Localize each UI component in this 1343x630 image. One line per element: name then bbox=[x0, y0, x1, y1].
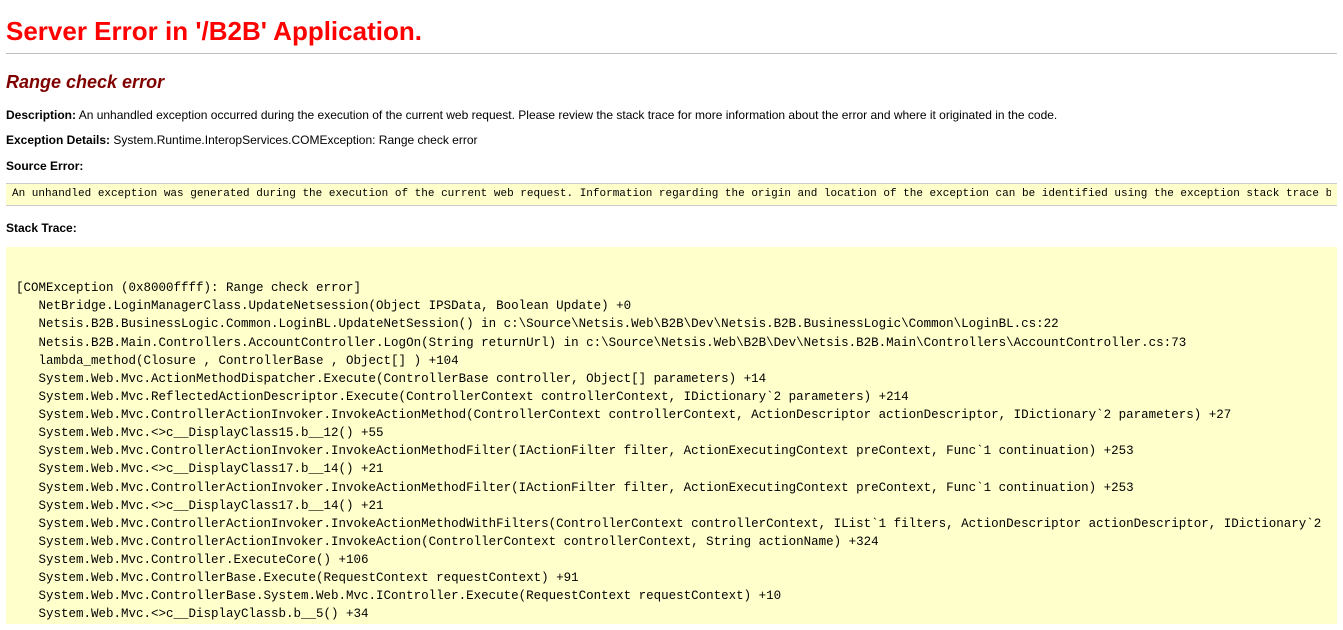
description-label: Description: bbox=[6, 108, 76, 122]
source-error-box: An unhandled exception was generated dur… bbox=[6, 183, 1337, 206]
stack-trace-box: [COMException (0x8000ffff): Range check … bbox=[6, 247, 1337, 624]
error-subheader: Range check error bbox=[6, 72, 1337, 93]
source-error-label: Source Error: bbox=[6, 159, 83, 173]
exception-details-line: Exception Details: System.Runtime.Intero… bbox=[6, 132, 1337, 149]
stack-trace-label-line: Stack Trace: bbox=[6, 220, 1337, 237]
exception-details-text: System.Runtime.InteropServices.COMExcept… bbox=[113, 133, 477, 147]
server-error-header: Server Error in '/B2B' Application. bbox=[6, 16, 1337, 47]
stack-trace-label: Stack Trace: bbox=[6, 221, 77, 235]
exception-details-label: Exception Details: bbox=[6, 133, 110, 147]
stack-trace-text: [COMException (0x8000ffff): Range check … bbox=[16, 261, 1327, 624]
description-line: Description: An unhandled exception occu… bbox=[6, 107, 1337, 124]
source-error-text: An unhandled exception was generated dur… bbox=[12, 186, 1331, 203]
source-error-label-line: Source Error: bbox=[6, 158, 1337, 175]
description-text: An unhandled exception occurred during t… bbox=[79, 108, 1058, 122]
divider bbox=[6, 53, 1337, 54]
